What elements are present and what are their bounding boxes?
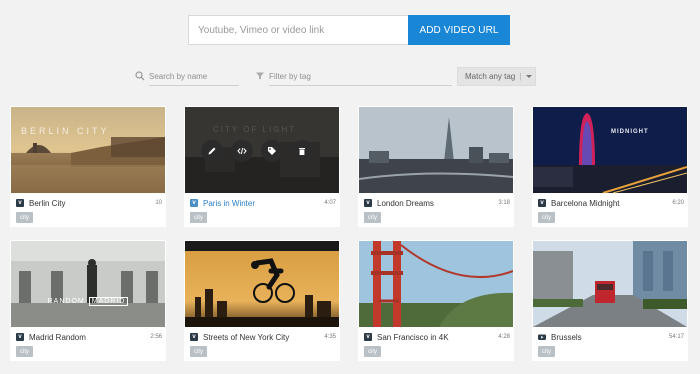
video-title[interactable]: Berlin City [29,199,151,208]
tag-filter-field [269,67,452,86]
video-card[interactable]: v Streets of New York City 4:35 city [184,240,340,361]
video-card[interactable]: MIDNIGHT v Barcelona Midnight 6:20 city [532,106,688,227]
thumbnail-overlay-text: MADRID [88,296,129,306]
vimeo-icon: v [538,199,546,207]
thumbnail-overlay-title: RANDOM MADRID [11,295,165,307]
search-field [149,67,239,86]
video-thumbnail[interactable] [359,107,513,193]
video-card[interactable]: BERLIN CITY v Berlin City 10 city [10,106,166,227]
search-icon [135,71,145,81]
thumbnail-overlay-text: RANDOM [47,297,85,305]
barcelona-thumbnail-image [533,107,687,193]
tag-icon [268,147,276,155]
tag-badge[interactable]: city [538,346,555,357]
match-label: Match any tag [465,72,516,81]
video-duration: 2:56 [150,334,162,340]
edit-button[interactable] [201,140,223,162]
video-title[interactable]: San Francisco in 4K [377,333,494,342]
edit-icon [208,147,216,155]
video-card[interactable]: RANDOM MADRID v Madrid Random 2:56 city [10,240,166,361]
tag-badge[interactable]: city [538,212,555,223]
thumbnail-overlay-text: BERLIN CITY [21,126,110,136]
sanfrancisco-thumbnail-image [359,241,513,327]
video-card[interactable]: CITY OF LIGHT v Paris in Winter 4:07 cit… [184,106,340,227]
video-duration: 54:17 [668,334,684,340]
youtube-icon [538,334,546,340]
vimeo-icon: v [364,199,372,207]
video-duration: 3:18 [498,200,510,206]
london-thumbnail-image [359,107,513,193]
video-duration: 4:28 [498,334,510,340]
video-title[interactable]: Streets of New York City [203,333,320,342]
filter-bar: Match any tag | [0,67,700,87]
trash-icon [299,148,305,155]
vimeo-icon: v [364,333,372,341]
video-thumbnail[interactable]: RANDOM MADRID [11,241,165,327]
match-separator: | [519,72,522,81]
video-duration: 4:07 [324,200,336,206]
video-thumbnail[interactable]: BERLIN CITY [11,107,165,193]
delete-button[interactable] [291,140,313,162]
brussels-thumbnail-image [533,241,687,327]
add-video-url-button[interactable]: ADD VIDEO URL [408,15,510,45]
madrid-thumbnail-image [11,241,165,327]
video-url-input[interactable] [188,15,408,45]
tag-badge[interactable]: city [190,212,207,223]
video-duration: 10 [155,200,162,206]
tag-badge[interactable]: city [364,212,381,223]
thumbnail-overlay-text: MIDNIGHT [611,129,649,135]
filter-icon [256,72,264,80]
video-thumbnail[interactable]: MIDNIGHT [533,107,687,193]
vimeo-icon: v [190,199,198,207]
vimeo-icon: v [16,199,24,207]
video-duration: 4:35 [324,334,336,340]
video-title[interactable]: London Dreams [377,199,494,208]
embed-code-button[interactable] [231,140,253,162]
newyork-thumbnail-image [185,241,339,327]
add-video-form: ADD VIDEO URL [188,15,510,45]
video-thumbnail[interactable] [533,241,687,327]
vimeo-icon: v [190,333,198,341]
video-title[interactable]: Paris in Winter [203,199,320,208]
tag-filter-input[interactable] [269,71,452,81]
video-thumbnail[interactable] [359,241,513,327]
tag-badge[interactable]: city [364,346,381,357]
video-duration: 6:20 [672,200,684,206]
chevron-down-icon [526,75,533,78]
match-any-tag-dropdown[interactable]: Match any tag | [457,67,536,86]
tag-badge[interactable]: city [190,346,207,357]
tag-badge[interactable]: city [16,212,33,223]
video-title[interactable]: Brussels [551,333,665,342]
search-input[interactable] [149,71,239,81]
tag-badge[interactable]: city [16,346,33,357]
video-thumbnail[interactable] [185,241,339,327]
video-title[interactable]: Barcelona Midnight [551,199,668,208]
vimeo-icon: v [16,333,24,341]
video-card[interactable]: Brussels 54:17 city [532,240,688,361]
tag-button[interactable] [261,140,283,162]
video-card[interactable]: v London Dreams 3:18 city [358,106,514,227]
video-card[interactable]: v San Francisco in 4K 4:28 city [358,240,514,361]
mouse-cursor-icon [307,178,339,193]
embed-code-icon [237,147,247,155]
berlin-thumbnail-image [11,107,165,193]
video-title[interactable]: Madrid Random [29,333,146,342]
video-thumbnail[interactable]: CITY OF LIGHT [185,107,339,193]
